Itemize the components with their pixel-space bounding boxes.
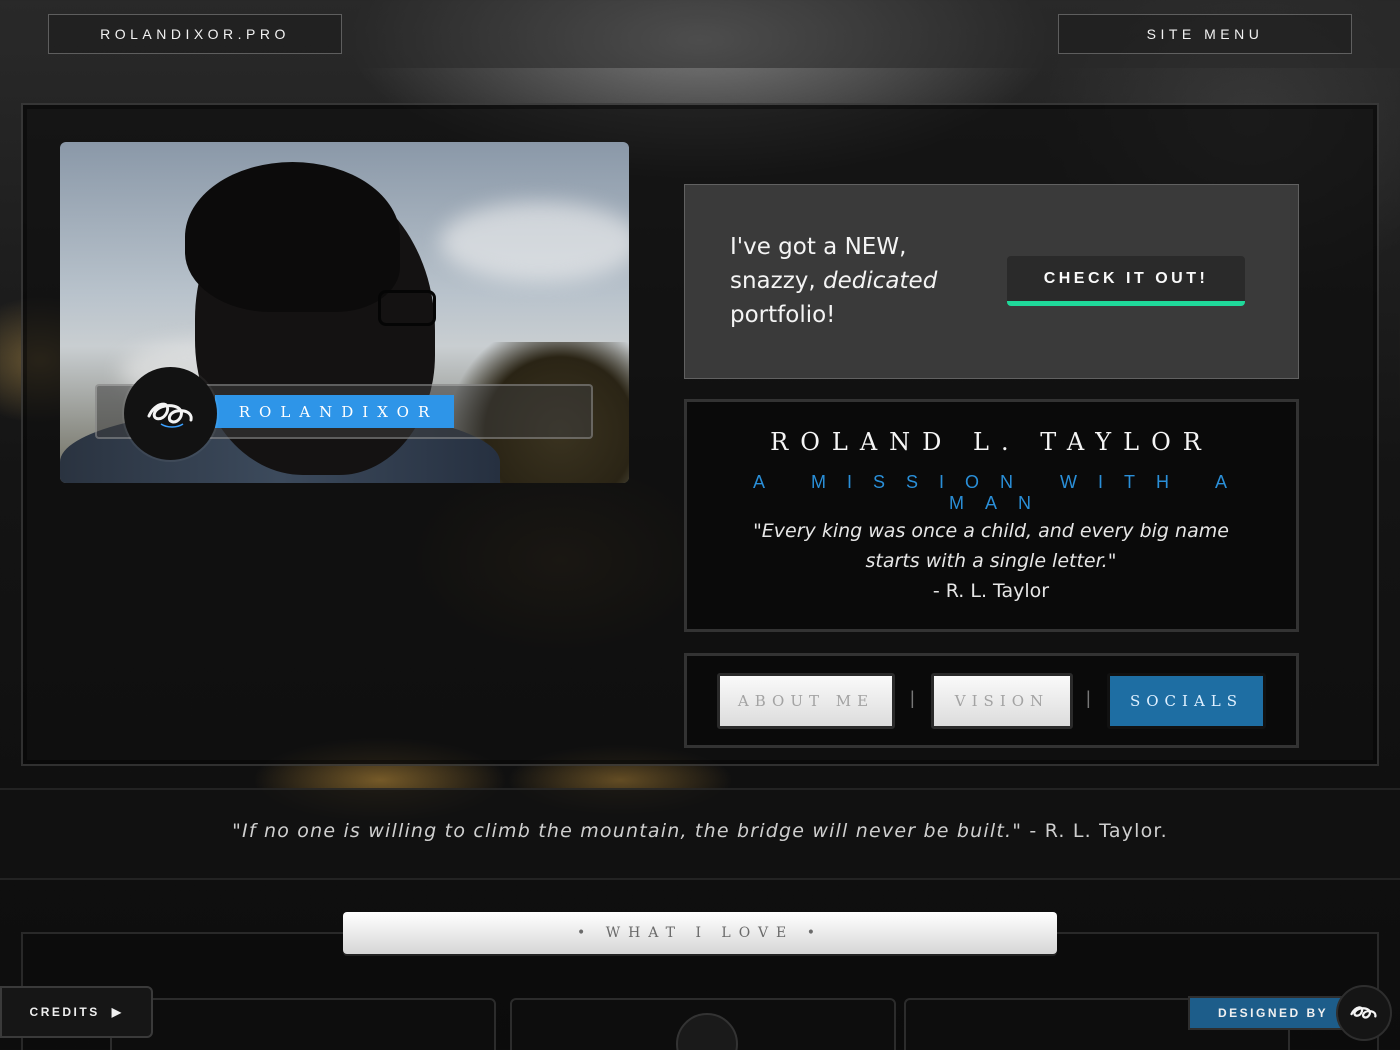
nav-separator: | bbox=[1086, 688, 1091, 708]
person-name: ROLAND L. TAYLOR bbox=[770, 428, 1213, 456]
tagline: A MISSION WITH A MAN bbox=[752, 472, 1249, 513]
play-icon: ▶ bbox=[111, 1005, 124, 1019]
quote-author: - R. L. Taylor bbox=[932, 580, 1050, 602]
vision-button[interactable]: VISION bbox=[931, 673, 1073, 729]
check-it-out-button[interactable]: CHECK IT OUT! bbox=[1007, 256, 1245, 306]
identity-quote: "Every king was once a child, and every … bbox=[730, 516, 1252, 606]
name-tag-label: ROLANDIXOR bbox=[215, 395, 454, 428]
nav-separator: | bbox=[910, 688, 915, 708]
what-i-love-heading: • WHAT I LOVE • bbox=[343, 912, 1057, 954]
designed-by-badge[interactable]: DESIGNED BY bbox=[1188, 996, 1348, 1030]
about-me-button[interactable]: ABOUT ME bbox=[717, 673, 895, 729]
site-home-link[interactable]: ROLANDIXOR.PRO bbox=[48, 14, 342, 54]
promo-text: I've got a NEW, snazzy, dedicated portfo… bbox=[730, 230, 990, 332]
site-menu-button[interactable]: SITE MENU bbox=[1058, 14, 1352, 54]
love-card[interactable] bbox=[110, 998, 496, 1050]
promo-line-2: snazzy, dedicated bbox=[730, 268, 938, 294]
credits-label: CREDITS bbox=[29, 1005, 100, 1019]
promo-line-3: portfolio! bbox=[730, 302, 836, 328]
credits-button[interactable]: CREDITS ▶ bbox=[0, 986, 153, 1038]
socials-button[interactable]: SOCIALS bbox=[1107, 673, 1266, 729]
signature-logo-icon bbox=[124, 367, 217, 460]
signature-logo-icon[interactable] bbox=[1336, 985, 1392, 1041]
strip-quote: "If no one is willing to climb the mount… bbox=[232, 820, 1168, 842]
promo-line-1: I've got a NEW, bbox=[730, 234, 907, 260]
